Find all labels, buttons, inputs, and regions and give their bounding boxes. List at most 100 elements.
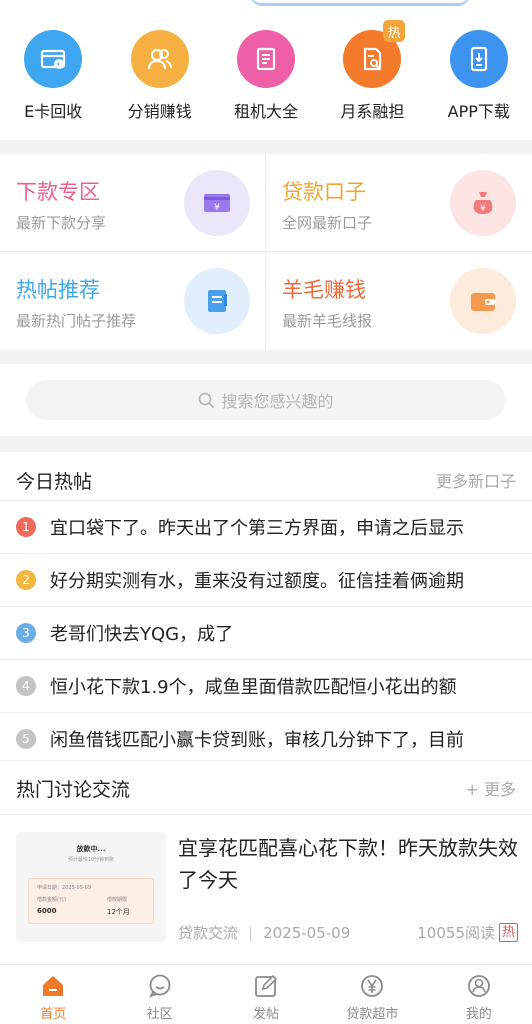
feature-subtitle: 最新热门帖子推荐 xyxy=(16,312,137,330)
grid-divider xyxy=(0,251,532,252)
notebook-icon xyxy=(184,268,250,334)
article-thumbnail: 放款中... 预计最快10分钟到账 申请日期：2025-05-09 借款金额(元… xyxy=(16,832,166,942)
tab-profile[interactable]: 我的 xyxy=(426,965,532,1024)
hot-post-text: 好分期实测有水，重来没有过额度。征信挂着俩逾期 xyxy=(50,571,464,592)
today-hot-header: 今日热帖 更多新口子 xyxy=(16,460,516,500)
hot-post-item[interactable]: 5 闲鱼借钱匹配小赢卡贷到账，审核几分钟下了，目前 xyxy=(0,712,532,765)
discussion-header: 热门讨论交流 + 更多 xyxy=(16,768,516,808)
hot-post-item[interactable]: 4 恒小花下款1.9个，咸鱼里面借款匹配恒小花出的额 xyxy=(0,659,532,712)
search-placeholder: 搜索您感兴趣的 xyxy=(221,392,334,411)
search-input[interactable]: 搜索您感兴趣的 xyxy=(26,380,506,420)
article-date: 2025-05-09 xyxy=(263,923,351,942)
tab-community[interactable]: 社区 xyxy=(106,965,212,1024)
feature-loan-zone[interactable]: 下款专区 最新下款分享 ¥ xyxy=(0,154,266,252)
book-icon xyxy=(236,30,295,88)
article-meta: 贷款交流 | 2025-05-09 10055阅读 热 xyxy=(178,922,518,943)
hot-badge: 热 xyxy=(383,20,406,42)
home-icon xyxy=(43,976,64,996)
feature-title: 热帖推荐 xyxy=(16,278,100,302)
rank-badge: 3 xyxy=(16,623,36,643)
feature-hot-posts[interactable]: 热帖推荐 最新热门帖子推荐 xyxy=(0,252,266,350)
thumb-term: 12个月 xyxy=(107,908,130,916)
quick-link-label: 分销赚钱 xyxy=(127,102,192,121)
hot-post-text: 闲鱼借钱匹配小赢卡贷到账，审核几分钟下了，目前 xyxy=(50,730,464,751)
quick-link-label: 租机大全 xyxy=(233,102,298,121)
hot-post-item[interactable]: 2 好分期实测有水，重来没有过额度。征信挂着俩逾期 xyxy=(0,553,532,606)
feature-subtitle: 最新下款分享 xyxy=(16,214,107,232)
edit-icon xyxy=(255,974,278,997)
quick-link-monthly-guarantee[interactable]: 热 月系融担 xyxy=(319,20,425,130)
tab-home[interactable]: 首页 xyxy=(0,965,106,1024)
tab-label: 发帖 xyxy=(252,1007,279,1022)
svg-text:¥: ¥ xyxy=(214,203,220,213)
thumb-amount-label: 借款金额(元) xyxy=(37,897,66,903)
thumb-amount: 6000 xyxy=(37,907,57,915)
cash-card-icon: ¥ xyxy=(184,170,250,236)
thumb-term-label: 借款期限 xyxy=(107,897,128,903)
thumb-loan-card: 申请日期：2025-05-09 借款金额(元) 6000 借款期限 12个月 xyxy=(28,878,154,924)
yen-icon xyxy=(361,975,384,997)
tab-label: 首页 xyxy=(40,1007,67,1022)
rank-badge: 4 xyxy=(16,676,36,696)
meta-divider: | xyxy=(248,923,254,942)
feature-title: 贷款口子 xyxy=(282,180,366,204)
feature-subtitle: 全网最新口子 xyxy=(282,214,373,232)
tab-label: 我的 xyxy=(465,1007,492,1022)
bottom-tab-bar: 首页 社区 发帖 贷款超市 我的 xyxy=(0,964,532,1024)
thumb-apply-date: 申请日期：2025-05-09 xyxy=(37,885,92,891)
feature-title: 下款专区 xyxy=(16,180,100,204)
hot-post-text: 老哥们快去YQG，成了 xyxy=(50,624,234,645)
hot-post-item[interactable]: 1 宜口袋下了。昨天出了个第三方界面，申请之后显示 xyxy=(0,500,532,553)
hot-post-text: 宜口袋下了。昨天出了个第三方界面，申请之后显示 xyxy=(50,518,464,539)
quick-link-label: 月系融担 xyxy=(340,102,405,121)
article-read-count: 10055阅读 xyxy=(417,924,495,942)
hot-post-list: 1 宜口袋下了。昨天出了个第三方界面，申请之后显示 2 好分期实测有水，重来没有… xyxy=(0,500,532,765)
tab-label: 贷款超市 xyxy=(346,1007,399,1022)
grid-divider xyxy=(265,154,266,350)
tab-post[interactable]: 发帖 xyxy=(213,965,319,1024)
feature-subtitle: 最新羊毛线报 xyxy=(282,312,373,330)
more-new-channels-link[interactable]: 更多新口子 xyxy=(436,468,516,492)
feature-loan-channels[interactable]: 贷款口子 全网最新口子 ¥ xyxy=(266,154,532,252)
hot-posts-panel: 今日热帖 更多新口子 1 宜口袋下了。昨天出了个第三方界面，申请之后显示 2 好… xyxy=(0,452,532,964)
quick-link-label: APP下载 xyxy=(447,102,510,121)
svg-text:¥: ¥ xyxy=(480,204,486,214)
more-discussion-link[interactable]: + 更多 xyxy=(466,776,517,800)
divider xyxy=(0,760,532,761)
section-title: 热门讨论交流 xyxy=(16,778,131,801)
search-icon xyxy=(199,392,215,408)
quick-link-e-card[interactable]: E卡回收 xyxy=(0,30,106,130)
hot-tag: 热 xyxy=(498,923,518,942)
card-recycle-icon xyxy=(24,30,83,88)
chat-icon xyxy=(148,974,170,998)
phone-download-icon xyxy=(449,30,508,88)
quick-link-rental-phones[interactable]: 租机大全 xyxy=(213,30,319,130)
user-icon xyxy=(467,975,490,997)
hot-post-text: 恒小花下款1.9个，咸鱼里面借款匹配恒小花出的额 xyxy=(50,677,457,698)
article-category: 贷款交流 xyxy=(178,924,239,942)
feature-grid: 下款专区 最新下款分享 ¥ 贷款口子 全网最新口子 ¥ 热帖推荐 最新热门帖子推… xyxy=(0,154,532,350)
tab-loan-market[interactable]: 贷款超市 xyxy=(319,965,425,1024)
feature-title: 羊毛赚钱 xyxy=(282,278,366,302)
article-card[interactable]: 放款中... 预计最快10分钟到账 申请日期：2025-05-09 借款金额(元… xyxy=(0,832,532,944)
people-icon xyxy=(130,30,189,88)
quick-link-label: E卡回收 xyxy=(24,102,83,121)
search-section: 搜索您感兴趣的 xyxy=(0,364,532,436)
hot-post-item[interactable]: 3 老哥们快去YQG，成了 xyxy=(0,606,532,659)
header-arc-decoration xyxy=(250,0,470,6)
rank-badge: 1 xyxy=(16,517,36,537)
money-bag-icon: ¥ xyxy=(450,170,516,236)
wallet-icon xyxy=(450,268,516,334)
quick-link-distribution[interactable]: 分销赚钱 xyxy=(106,30,212,130)
article-title: 宜享花匹配喜心花下款！昨天放款失效了今天 xyxy=(178,836,518,892)
thumb-heading: 放款中... xyxy=(76,845,106,853)
thumb-subtext: 预计最快10分钟到账 xyxy=(67,857,115,863)
quick-link-app-download[interactable]: APP下载 xyxy=(426,30,532,130)
divider xyxy=(0,814,532,815)
tab-label: 社区 xyxy=(146,1007,173,1022)
quick-links-row: E卡回收 分销赚钱 租机大全 热 月系融担 APP下载 xyxy=(0,20,532,130)
rank-badge: 2 xyxy=(16,570,36,590)
feature-freebies[interactable]: 羊毛赚钱 最新羊毛线报 xyxy=(266,252,532,350)
section-title: 今日热帖 xyxy=(16,470,93,493)
rank-badge: 5 xyxy=(16,729,36,749)
